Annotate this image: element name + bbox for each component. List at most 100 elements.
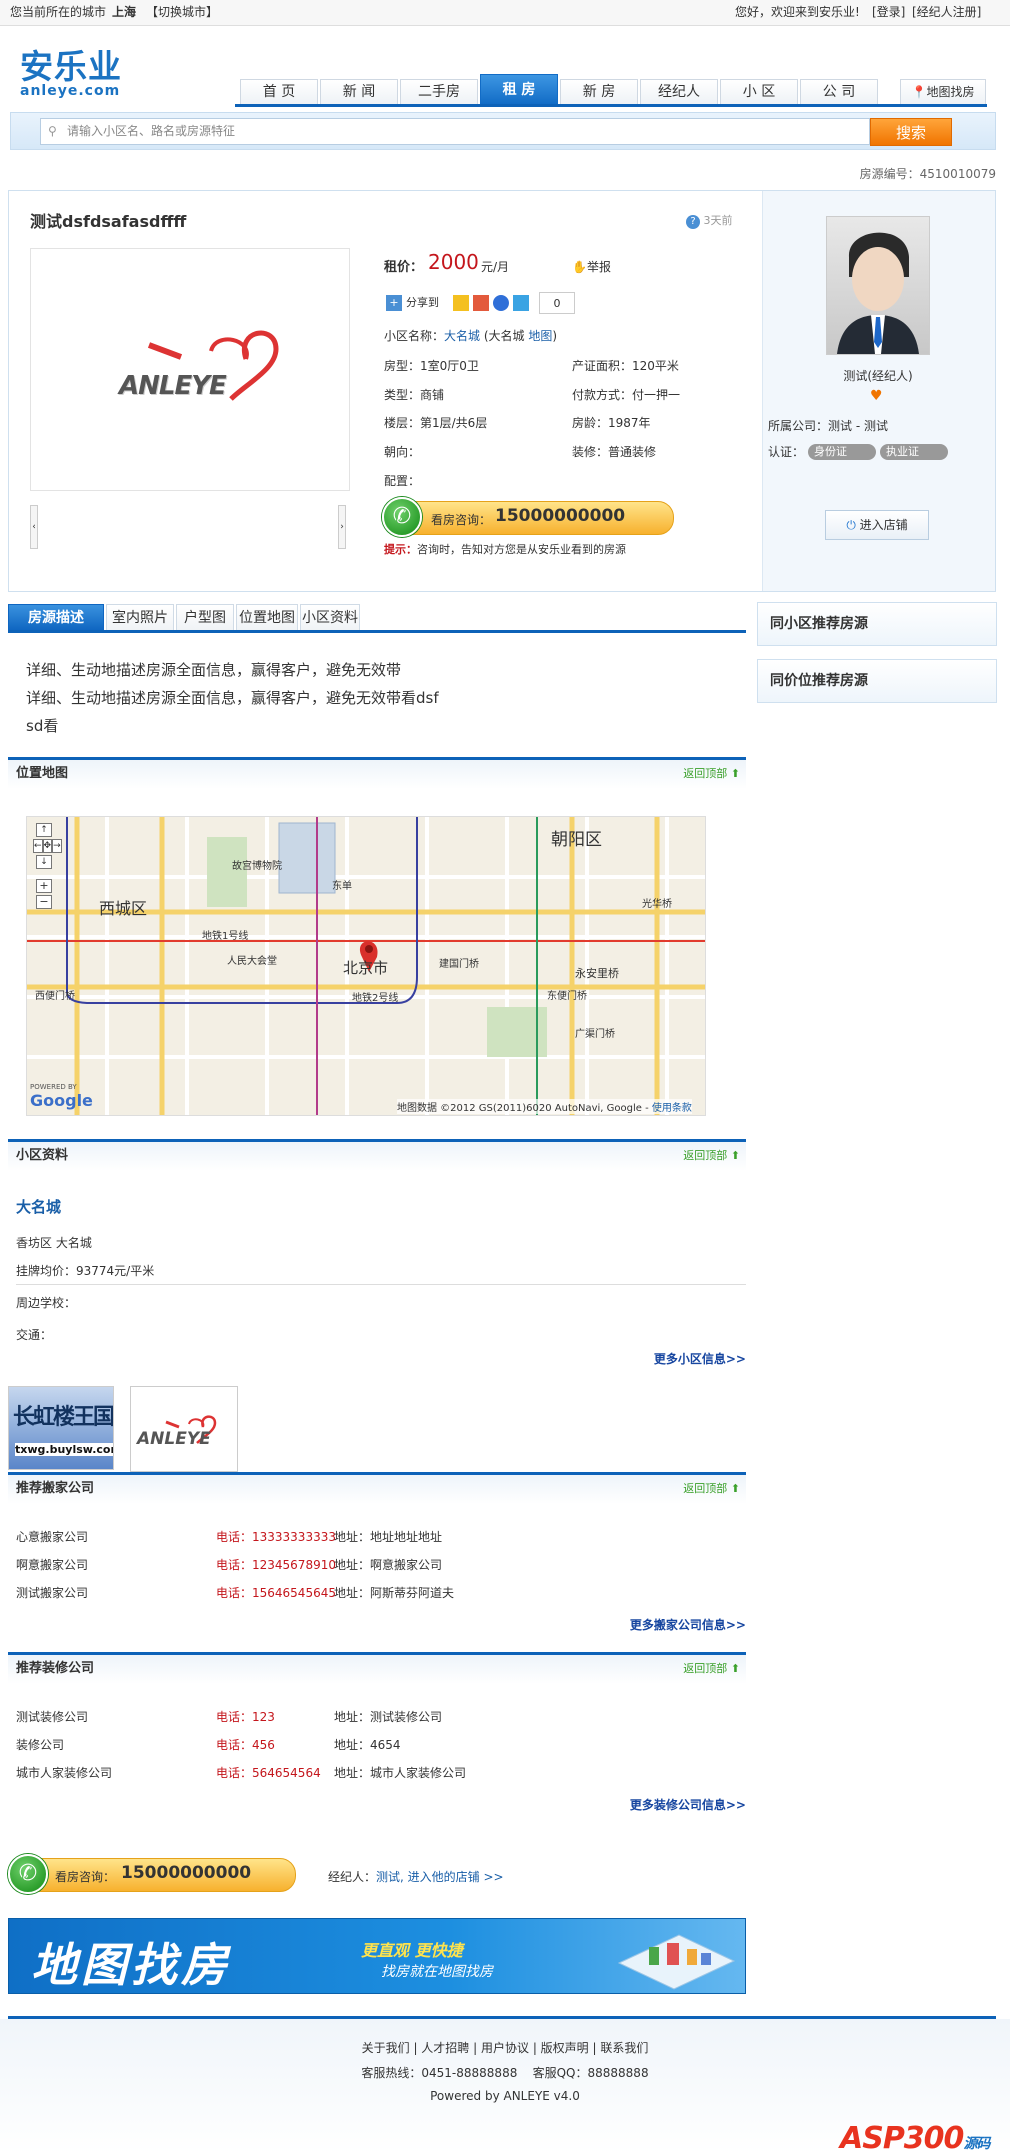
decor-name[interactable]: 城市人家装修公司 — [16, 1764, 112, 1781]
pan-right-button[interactable]: → — [52, 839, 62, 853]
nav-news[interactable]: 新 闻 — [320, 79, 398, 104]
nav-map-search[interactable]: 📍地图找房 — [900, 79, 986, 104]
zoom-in-button[interactable]: + — [36, 879, 52, 893]
share-label[interactable]: 分享到 — [406, 292, 439, 314]
agent-cert-label: 认证： — [768, 445, 805, 459]
pan-down-button[interactable]: ↓ — [36, 855, 52, 869]
consult-phone: 15000000000 — [495, 506, 626, 526]
map-search-banner[interactable]: 地图找房 更直观 更快捷 找房就在地图找房 — [8, 1918, 746, 1994]
anleye-photo-text: ANLEYE — [119, 371, 227, 401]
nav-rent[interactable]: 租 房 — [480, 74, 558, 104]
pan-center-button[interactable]: ✥ — [42, 839, 53, 853]
ad-thumb-2[interactable]: ANLEYE — [130, 1386, 238, 1472]
search-button[interactable]: 搜索 — [870, 118, 952, 146]
ad-thumb-1[interactable]: 长虹楼王国 txwg.buylsw.com — [8, 1386, 114, 1470]
mover-phone: 电话：12345678910 — [216, 1558, 336, 1572]
footer-hotline: 客服热线：0451-88888888 — [361, 2066, 518, 2080]
back-to-top-link[interactable]: 返回顶部 ⬆ — [683, 1142, 740, 1170]
nav-community[interactable]: 小 区 — [720, 79, 798, 104]
up-arrow-icon: ⬆ — [730, 1662, 740, 1675]
banner-city-map-icon — [617, 1934, 736, 1990]
footer-link-jobs[interactable]: 人才招聘 — [421, 2041, 469, 2055]
nav-second-hand[interactable]: 二手房 — [400, 79, 478, 104]
footer-link-agreement[interactable]: 用户协议 — [481, 2041, 529, 2055]
map-label-tianan: 人民大会堂 — [227, 956, 277, 967]
mover-address: 地址：阿斯蒂芬阿道夫 — [334, 1586, 455, 1600]
share-qq-icon[interactable] — [513, 295, 529, 311]
more-community-link[interactable]: 更多小区信息>> — [600, 1350, 746, 1367]
back-to-top-link[interactable]: 返回顶部 ⬆ — [683, 1655, 740, 1683]
ad-thumb-1-title: 长虹楼王国 — [13, 1405, 114, 1430]
back-to-top-link[interactable]: 返回顶部 ⬆ — [683, 1475, 740, 1503]
share-baidu-icon[interactable] — [493, 295, 509, 311]
decor-name[interactable]: 测试装修公司 — [16, 1708, 88, 1725]
community-close: ) — [552, 329, 558, 343]
switch-city-link[interactable]: 【切换城市】 — [146, 0, 218, 25]
zoom-out-button[interactable]: − — [36, 895, 52, 909]
map-label-xibian: 西便门桥 — [35, 991, 75, 1002]
heart-icon: ♥ — [870, 388, 883, 404]
description-text: 详细、生动地描述房源全面信息，赢得客户，避免无效带 详细、生动地描述房源全面信息… — [26, 656, 486, 740]
agent-company-label: 所属公司： — [768, 419, 829, 433]
footer-link-contact[interactable]: 联系我们 — [600, 2041, 648, 2055]
map-copyright: 地图数据 ©2012 GS(2011)6020 AutoNavi, Google… — [397, 1099, 692, 1114]
share-renren-icon[interactable] — [473, 295, 489, 311]
mover-name[interactable]: 心意搬家公司 — [16, 1528, 88, 1545]
footer: 关于我们 | 人才招聘 | 用户协议 | 版权声明 | 联系我们 客服热线：04… — [0, 2019, 1010, 2154]
login-link[interactable]: [登录] — [872, 0, 905, 25]
nav-map-search-label: 地图找房 — [926, 85, 975, 99]
tab-floorplan[interactable]: 户型图 — [176, 604, 234, 630]
same-price-box[interactable]: 同价位推荐房源 — [757, 659, 997, 703]
decor-phone: 电话：564654564 — [216, 1766, 321, 1780]
nav-agent[interactable]: 经纪人 — [640, 79, 718, 104]
tab-location-map[interactable]: 位置地图 — [236, 604, 298, 630]
more-decor-link[interactable]: 更多装修公司信息>> — [560, 1796, 746, 1813]
description-line: 详细、生动地描述房源全面信息，赢得客户，避免无效带看dsf — [26, 689, 439, 707]
location-section-title: 位置地图 返回顶部 ⬆ — [8, 757, 746, 789]
movers-section-title: 推荐搬家公司 返回顶部 ⬆ — [8, 1472, 746, 1504]
photo-next-button[interactable]: › — [338, 505, 346, 549]
decor-name[interactable]: 装修公司 — [16, 1736, 64, 1753]
agent-name-link[interactable]: 测试(经纪人) — [778, 367, 978, 384]
tip-row: 提示：咨询时，告知对方您是从安乐业看到的房源 — [384, 541, 626, 557]
nav-new-house[interactable]: 新 房 — [560, 79, 638, 104]
map-label-yongan: 永安里桥 — [575, 967, 619, 980]
same-community-box[interactable]: 同小区推荐房源 — [757, 602, 997, 646]
tab-community-info[interactable]: 小区资料 — [300, 604, 360, 630]
community-link[interactable]: 大名城 — [444, 329, 480, 343]
back-to-top-link[interactable]: 返回顶部 ⬆ — [683, 760, 740, 788]
search-input[interactable]: ⚲ 请输入小区名、路名或房源特征 — [40, 118, 870, 145]
agent-avatar[interactable] — [826, 216, 930, 355]
more-movers-link[interactable]: 更多搬家公司信息>> — [560, 1616, 746, 1633]
enter-shop-button[interactable]: ⏻ 进入店铺 — [825, 510, 929, 540]
divider — [16, 1284, 746, 1285]
pan-left-button[interactable]: ← — [33, 839, 43, 853]
mover-name[interactable]: 测试搬家公司 — [16, 1584, 88, 1601]
location-map[interactable]: ↑ ← ✥ → ↓ + − 朝阳区 西城区 北京市 地铁1号线 地铁2号线 东单… — [26, 816, 706, 1116]
share-icon[interactable]: + — [386, 295, 402, 311]
tab-description[interactable]: 房源描述 — [8, 604, 104, 630]
main-photo[interactable]: ANLEYE — [30, 248, 350, 491]
share-qzone-icon[interactable] — [453, 295, 469, 311]
tab-indoor-photos[interactable]: 室内照片 — [106, 604, 174, 630]
mover-name[interactable]: 啊意搬家公司 — [16, 1556, 88, 1573]
photo-prev-button[interactable]: ‹ — [30, 505, 38, 549]
map-terms-link[interactable]: 使用条款 — [652, 1103, 692, 1114]
footer-link-about[interactable]: 关于我们 — [362, 2041, 410, 2055]
community-name-link[interactable]: 大名城 — [16, 1196, 61, 1217]
bottom-agent-shop-link[interactable]: 测试, 进入他的店铺 >> — [376, 1870, 504, 1884]
pan-up-button[interactable]: ↑ — [36, 823, 52, 837]
consult-phone-box: 看房咨询： 15000000000 — [386, 501, 674, 535]
report-link[interactable]: ✋举报 — [572, 258, 611, 275]
map-link[interactable]: 地图 — [528, 329, 552, 343]
site-logo[interactable]: 安乐业 anleye.com — [20, 50, 122, 99]
map-zoom-controls[interactable]: ↑ ← ✥ → ↓ + − — [33, 823, 62, 928]
map-label-dongdan: 东单 — [332, 881, 352, 892]
nav-company[interactable]: 公 司 — [800, 79, 878, 104]
field-orientation: 朝向： — [384, 445, 421, 459]
agent-register-link[interactable]: [经纪人注册] — [912, 0, 981, 25]
footer-link-copyright[interactable]: 版权声明 — [541, 2041, 589, 2055]
nav-home[interactable]: 首 页 — [240, 79, 318, 104]
field-area: 产证面积：120平米 — [572, 359, 679, 373]
banner-slogan-1: 更直观 更快捷 — [361, 1941, 463, 1960]
